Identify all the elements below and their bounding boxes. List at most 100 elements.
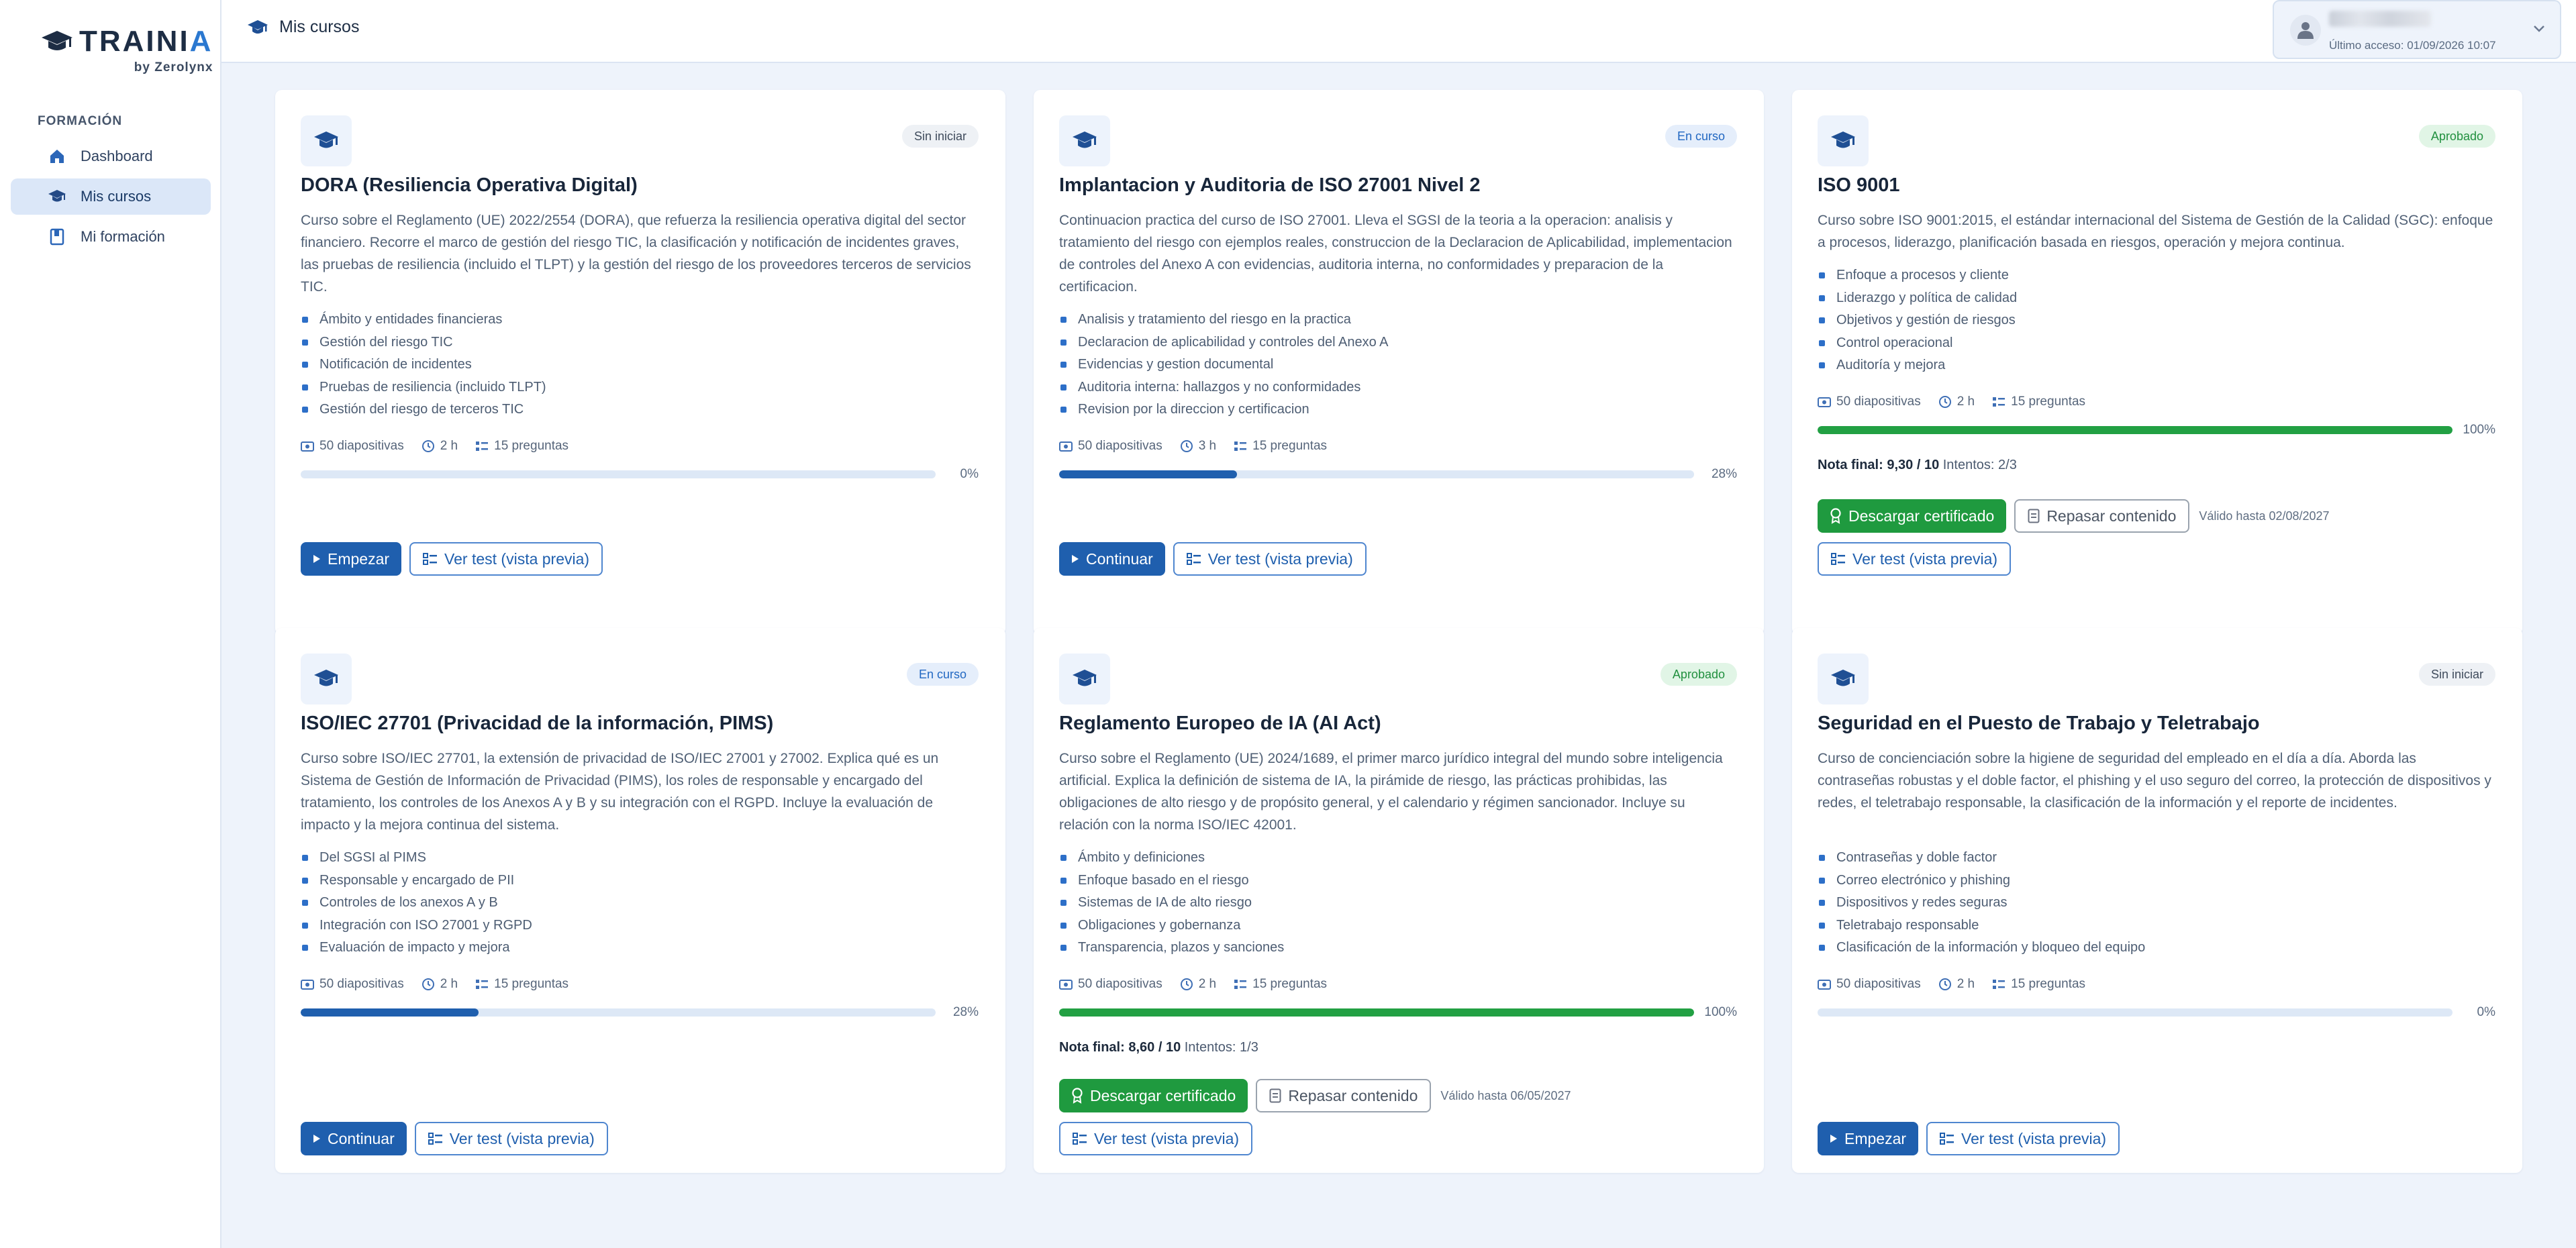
list-check-icon xyxy=(1831,553,1845,565)
list-item: Liderazgo y política de calidad xyxy=(1818,287,2017,310)
clock-icon xyxy=(422,440,434,452)
continue-button[interactable]: Continuar xyxy=(1059,542,1165,576)
preview-test-button[interactable]: Ver test (vista previa) xyxy=(1926,1122,2120,1155)
course-description: Curso sobre ISO 9001:2015, el estándar i… xyxy=(1818,213,2493,250)
slides-icon xyxy=(301,441,314,452)
course-icon xyxy=(1059,654,1110,705)
last-access: Último acceso: 01/09/2026 10:07 xyxy=(2329,39,2496,52)
play-icon xyxy=(313,555,320,563)
brand-logo[interactable]: TRAINIA by Zerolynx xyxy=(40,25,213,75)
course-title: Reglamento Europeo de IA (AI Act) xyxy=(1059,713,1381,734)
questions-count: 15 preguntas xyxy=(1992,395,2085,409)
course-card: En curso ISO/IEC 27701 (Privacidad de la… xyxy=(275,628,1005,1173)
status-badge: En curso xyxy=(1665,125,1737,148)
play-icon xyxy=(1072,555,1079,563)
list-item: Clasificación de la información y bloque… xyxy=(1818,937,2145,959)
continue-button[interactable]: Continuar xyxy=(301,1122,407,1155)
slides-icon xyxy=(1818,397,1831,407)
status-badge: Aprobado xyxy=(1660,663,1737,686)
duration: 2 h xyxy=(1938,977,1975,992)
duration: 2 h xyxy=(422,439,458,454)
course-meta: 50 diapositivas 2 h 15 preguntas xyxy=(301,977,568,992)
topic-list: Contraseñas y doble factor Correo electr… xyxy=(1818,847,2145,959)
questions-count: 15 preguntas xyxy=(1234,439,1327,454)
nav-section-label: FORMACIÓN xyxy=(38,114,123,128)
course-meta: 50 diapositivas 2 h 15 preguntas xyxy=(1059,977,1327,992)
certificate-validity: Válido hasta 02/08/2027 xyxy=(2199,509,2330,523)
list-item: Sistemas de IA de alto riesgo xyxy=(1059,892,1284,915)
questions-count: 15 preguntas xyxy=(475,439,568,454)
review-content-button[interactable]: Repasar contenido xyxy=(1256,1079,1432,1112)
card-actions: Continuar Ver test (vista previa) xyxy=(301,1122,608,1155)
list-item: Evidencias y gestion documental xyxy=(1059,354,1389,376)
slides-icon xyxy=(301,980,314,990)
course-icon xyxy=(301,115,352,166)
user-menu[interactable]: Último acceso: 01/09/2026 10:07 xyxy=(2273,0,2561,59)
slides-icon xyxy=(1059,980,1073,990)
preview-test-button[interactable]: Ver test (vista previa) xyxy=(1059,1122,1253,1155)
progress-percent: 28% xyxy=(952,1005,979,1019)
duration: 2 h xyxy=(1938,395,1975,409)
preview-test-button[interactable]: Ver test (vista previa) xyxy=(414,1122,608,1155)
slides-count: 50 diapositivas xyxy=(301,439,404,454)
brand-byline: by Zerolynx xyxy=(134,60,213,74)
duration: 3 h xyxy=(1180,439,1216,454)
progress-percent: 28% xyxy=(1711,467,1737,481)
document-icon xyxy=(1269,1088,1281,1103)
review-content-button[interactable]: Repasar contenido xyxy=(2014,499,2190,533)
questions-count: 15 preguntas xyxy=(1992,977,2085,992)
list-item: Objetivos y gestión de riesgos xyxy=(1818,309,2017,332)
sidebar-item-mis-cursos[interactable]: Mis cursos xyxy=(11,178,211,215)
card-actions: Empezar Ver test (vista previa) xyxy=(1818,1122,2120,1155)
list-item: Obligaciones y gobernanza xyxy=(1059,915,1284,937)
sidebar-nav: Dashboard Mis cursos Mi formación xyxy=(11,138,211,259)
questions-count: 15 preguntas xyxy=(1234,977,1327,992)
list-check-icon xyxy=(1186,553,1201,565)
progress-percent: 0% xyxy=(960,467,979,481)
course-icon xyxy=(1818,654,1869,705)
clock-icon xyxy=(1938,978,1951,990)
clock-icon xyxy=(422,978,434,990)
progress-bar: 100% xyxy=(1818,423,2495,437)
preview-test-button[interactable]: Ver test (vista previa) xyxy=(1818,542,2012,576)
list-item: Evaluación de impacto y mejora xyxy=(301,937,532,959)
duration: 2 h xyxy=(1180,977,1216,992)
graduation-cap-icon xyxy=(314,132,338,148)
course-card: Sin iniciar Seguridad en el Puesto de Tr… xyxy=(1792,628,2522,1173)
progress-bar: 28% xyxy=(1059,467,1737,481)
start-button[interactable]: Empezar xyxy=(1818,1122,1919,1155)
card-actions-secondary: Ver test (vista previa) xyxy=(1059,1122,1253,1155)
preview-test-button[interactable]: Ver test (vista previa) xyxy=(409,542,603,576)
questions-count: 15 preguntas xyxy=(475,977,568,992)
slides-count: 50 diapositivas xyxy=(301,977,404,992)
list-item: Auditoría y mejora xyxy=(1818,354,2017,377)
page-title: Mis cursos xyxy=(247,17,359,37)
sidebar-item-mi-formacion[interactable]: Mi formación xyxy=(11,219,211,255)
play-icon xyxy=(313,1135,320,1143)
graduation-cap-icon xyxy=(248,19,268,34)
list-check-icon xyxy=(423,553,438,565)
list-item: Declaracion de aplicabilidad y controles… xyxy=(1059,331,1389,354)
graduation-cap-icon xyxy=(47,187,67,207)
list-item: Auditoria interna: hallazgos y no confor… xyxy=(1059,376,1389,399)
course-title: ISO 9001 xyxy=(1818,174,1900,196)
award-icon xyxy=(1072,1088,1083,1104)
card-actions: Empezar Ver test (vista previa) xyxy=(301,542,603,576)
award-icon xyxy=(1830,508,1841,524)
course-description: Continuacion practica del curso de ISO 2… xyxy=(1059,213,1732,295)
topic-list: Analisis y tratamiento del riesgo en la … xyxy=(1059,309,1389,421)
clock-icon xyxy=(1180,978,1193,990)
list-item: Pruebas de resiliencia (incluido TLPT) xyxy=(301,376,546,399)
download-certificate-button[interactable]: Descargar certificado xyxy=(1818,499,2007,533)
preview-test-button[interactable]: Ver test (vista previa) xyxy=(1173,542,1367,576)
start-button[interactable]: Empezar xyxy=(301,542,402,576)
progress-bar: 28% xyxy=(301,1005,979,1019)
final-grade: Nota final: 8,60 / 10 Intentos: 1/3 xyxy=(1059,1040,1258,1055)
graduation-cap-icon xyxy=(1073,132,1097,148)
graduation-cap-icon xyxy=(1831,670,1855,686)
download-certificate-button[interactable]: Descargar certificado xyxy=(1059,1079,1248,1112)
sidebar-item-dashboard[interactable]: Dashboard xyxy=(11,138,211,174)
list-check-icon xyxy=(1993,397,2005,407)
status-badge: Sin iniciar xyxy=(2418,663,2495,686)
list-item: Dispositivos y redes seguras xyxy=(1818,892,2145,915)
